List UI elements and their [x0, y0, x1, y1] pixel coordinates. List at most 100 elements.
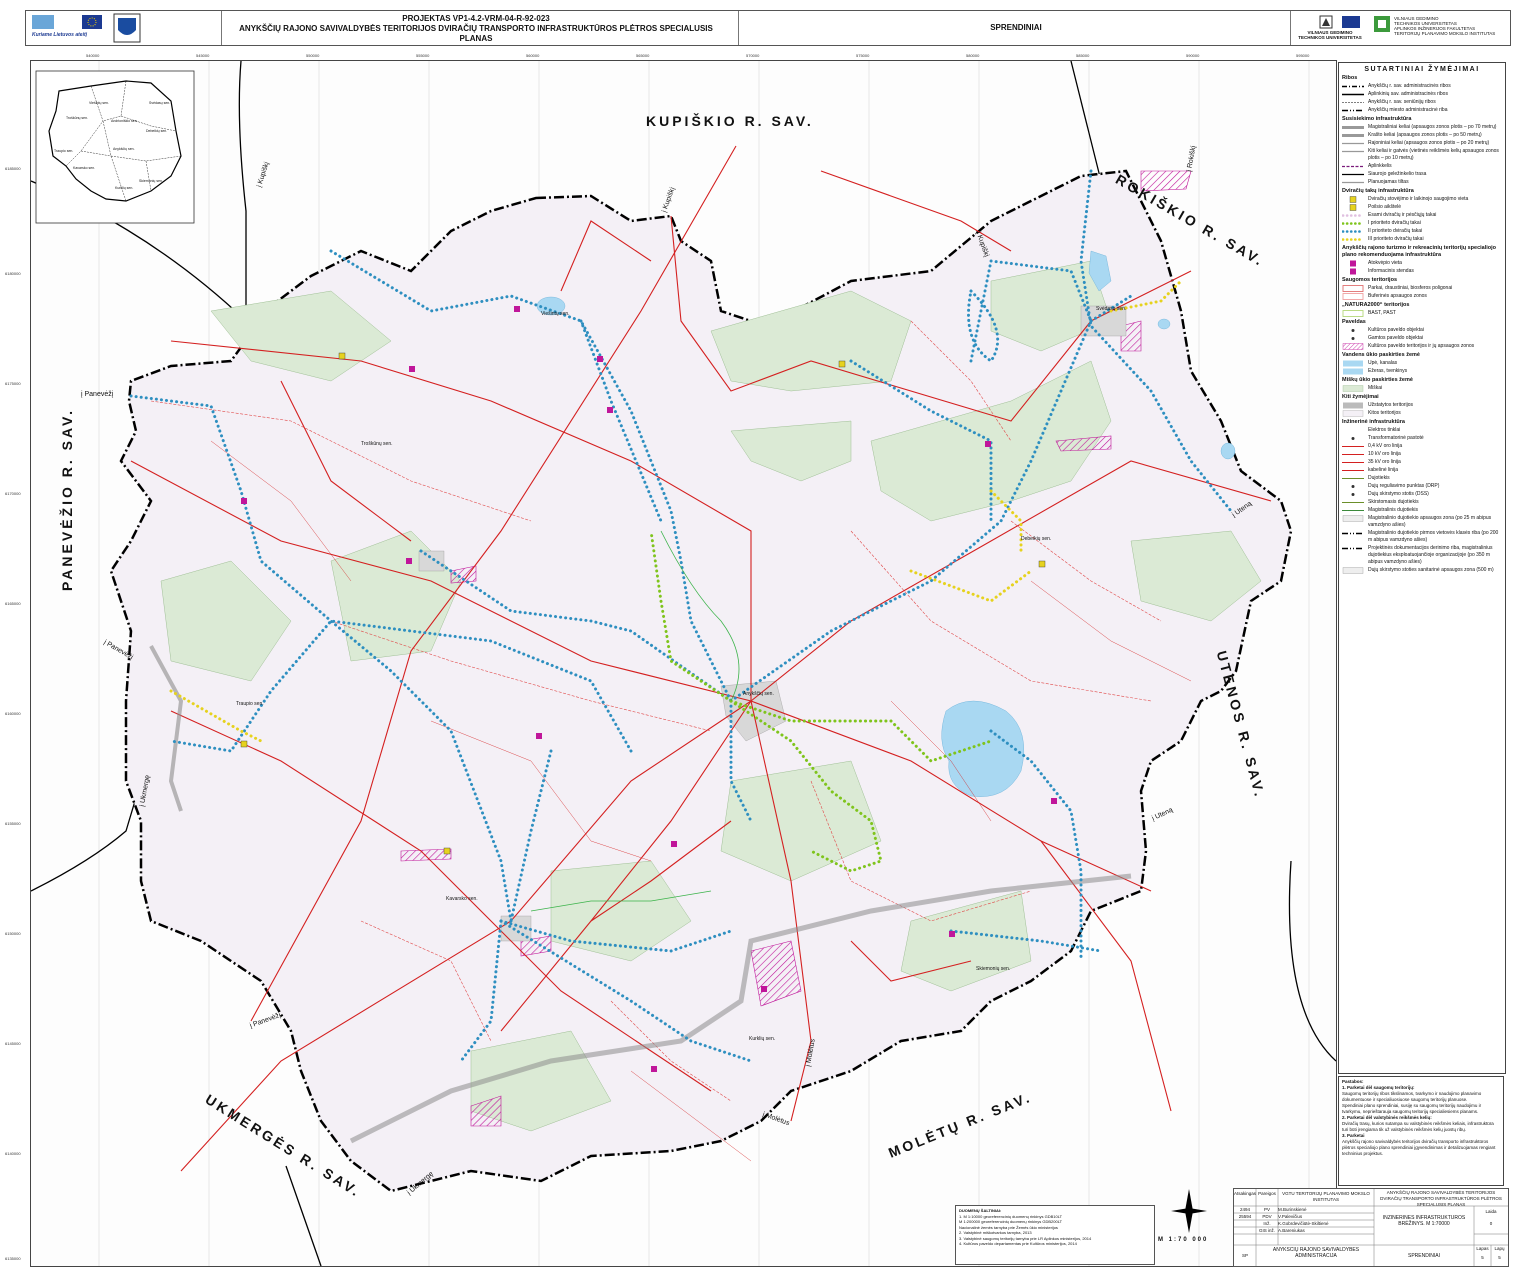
- legend-item-label: Kultūros paveldo objektai: [1368, 327, 1424, 333]
- legend-symbol: [1342, 545, 1364, 552]
- info-stand-icon: [406, 558, 412, 564]
- legend-item: Kitos teritorijos: [1342, 410, 1503, 417]
- legend-item: III prioriteto dviračių takai: [1341, 236, 1503, 243]
- legend-item: Elektros tinklai: [1342, 427, 1503, 434]
- legend-symbol: [1342, 124, 1364, 131]
- legend-item: Buferinės apsaugos zonos: [1342, 293, 1503, 300]
- faculty-logo-inner: [1378, 20, 1386, 28]
- tb-sheet-no: 5: [1481, 1255, 1484, 1260]
- inset-label: Skiemonių sen.: [139, 179, 163, 183]
- bike-parking-icon: [1038, 560, 1046, 568]
- legend-item: Atokvėpio vieta: [1342, 260, 1503, 267]
- legend-item-label: Atokvėpio vieta: [1368, 260, 1402, 266]
- data-sources-box: DUOMENŲ ŠALTINIAI: 1. M 1:10000 georefer…: [955, 1205, 1155, 1265]
- legend-item-label: Aplinkkelis: [1368, 163, 1392, 169]
- notes-box: Pastabos: 1. Parketai dėl saugomų terito…: [1338, 1076, 1504, 1186]
- legend-item: Magistraliniai keliai (apsaugos zonos pl…: [1342, 124, 1503, 131]
- tb-role: PV: [1263, 1207, 1270, 1212]
- legend-symbol: [1342, 163, 1364, 170]
- legend-item-label: Magistralinis dujotiekis: [1368, 507, 1419, 513]
- legend-item: Magistralinis dujotiekis: [1342, 507, 1503, 514]
- tb-section: SPRENDINIAI: [1408, 1253, 1440, 1259]
- info-stand-icon: [409, 366, 415, 372]
- legend-item: Anykščių r. sav. seniūnijų ribos: [1342, 99, 1503, 106]
- legend-symbol: [1342, 427, 1364, 434]
- legend-item-label: I prioriteto dviračių takai: [1368, 220, 1421, 226]
- coord-label: 6140000: [5, 1151, 21, 1156]
- legend-symbol: [1342, 132, 1364, 139]
- legend-item-label: 10 kV oro linija: [1368, 451, 1401, 457]
- legend-item-label: Kiti keliai ir gatvės (vietinės reikšmės…: [1368, 148, 1499, 161]
- coord-label: 550000: [306, 53, 320, 58]
- slogan: Kuriame Lietuvos ateitį: [32, 32, 88, 38]
- legend-symbol: [1342, 83, 1364, 90]
- info-stand-icon: [514, 306, 520, 312]
- legend-symbol: [1342, 327, 1364, 334]
- tb-sheets-label: Lapų: [1494, 1246, 1505, 1251]
- inset-label: Svėdasų sen.: [149, 101, 171, 105]
- legend-item-label: Magistralinio dujotiekio apsaugos zona (…: [1368, 515, 1492, 528]
- header-divider: [738, 11, 739, 45]
- legend-item: 10 kV oro linija: [1342, 451, 1503, 458]
- legend-item-label: Užstatytos teritorijos: [1368, 402, 1414, 408]
- tb-person: A.Bareniukas: [1278, 1228, 1305, 1233]
- map-legend: SUTARTINIAI ŽYMĖJIMAI Ribos Anykščių r. s…: [1338, 62, 1506, 1074]
- legend-symbol: [1342, 475, 1364, 482]
- legend-symbol: [1342, 268, 1364, 275]
- legend-item: Rajoniniai keliai (apsaugos zonos plotis…: [1342, 140, 1503, 147]
- legend-symbol: [1342, 343, 1364, 350]
- legend-symbol: [1342, 196, 1364, 203]
- legend-item-label: Miškai: [1368, 385, 1383, 391]
- tb-col-header: Pareigos: [1258, 1191, 1276, 1196]
- legend-symbol: [1342, 402, 1364, 409]
- legend-item-label: Anykščių r. sav. seniūnijų ribos: [1368, 99, 1436, 105]
- coord-label: 545000: [196, 53, 210, 58]
- legend-item: II prioriteto dviračių takai: [1341, 228, 1503, 235]
- legend-symbol: [1342, 107, 1364, 114]
- legend-item-label: Ežeras, tvenkinys: [1368, 368, 1408, 374]
- inset-label: Debeikių sen.: [146, 129, 168, 133]
- neighbour-label-panevezys: PANEVĖŽIO R. SAV.: [59, 408, 75, 591]
- legend-section-title: Saugomos teritorijos: [1342, 277, 1398, 283]
- legend-item: Transformatorinė pastotė: [1342, 435, 1503, 442]
- legend-item: kabelinė linija: [1342, 467, 1503, 474]
- legend-item-label: Parkai, draustiniai, biosferos poligonai: [1368, 285, 1453, 291]
- legend-item: Dujotiekis: [1342, 475, 1503, 482]
- section-title: SPRENDINIAI: [990, 23, 1042, 32]
- legend-symbol: [1342, 285, 1364, 292]
- direction-label: į Panevėžį: [81, 391, 114, 398]
- info-stand-icon: [597, 356, 603, 362]
- legend-item-label: Buferinės apsaugos zonos: [1368, 293, 1427, 299]
- coord-label: 6180000: [5, 271, 21, 276]
- legend-section-title: Miškų ūkio paskirties žemė: [1342, 377, 1413, 383]
- legend-section-title: Ribos: [1342, 75, 1358, 81]
- legend-symbol: [1342, 530, 1364, 537]
- legend-symbol: [1341, 212, 1365, 219]
- legend-item: Ežeras, tvenkinys: [1342, 368, 1503, 375]
- tb-person: M.Burinskienė: [1278, 1207, 1307, 1212]
- legend-item: Krašto keliai (apsaugos zonos plotis – p…: [1342, 132, 1503, 139]
- legend-item: Anykščių r. sav. administracinės ribos: [1342, 83, 1503, 90]
- legend-item-label: Upė, kanalas: [1368, 360, 1398, 366]
- legend-item-label: Poilsio aikštelė: [1368, 204, 1402, 210]
- legend-item-label: Anykščių miesto administracinė riba: [1368, 107, 1448, 113]
- legend-symbol: [1342, 148, 1364, 155]
- legend-symbol: [1342, 483, 1364, 490]
- coord-top: 540000 545000 550000 555000 560000 56500…: [31, 53, 1336, 61]
- info-stand-icon: [949, 931, 955, 937]
- legend-item-label: Anykščių r. sav. administracinės ribos: [1368, 83, 1451, 89]
- legend-item-label: Magistraliniai keliai (apsaugos zonos pl…: [1368, 124, 1497, 130]
- legend-item-label: 0,4 kV oro linija: [1368, 443, 1403, 449]
- legend-symbol: [1342, 515, 1364, 522]
- info-stand-icon: [536, 733, 542, 739]
- map-frame[interactable]: KUPIŠKIO R. SAV. ROKIŠKIO R. SAV. PANEVĖ…: [5, 53, 1337, 1267]
- legend-item: Magistralinio dujotiekio pirmos vietovės…: [1342, 530, 1503, 544]
- coord-label: 6170000: [5, 491, 21, 496]
- tb-role: GIS inž.: [1258, 1228, 1275, 1233]
- coord-label: 565000: [636, 53, 650, 58]
- legend-item: Dujų skirstymo stotis (DSS): [1342, 491, 1503, 498]
- legend-item-label: Dujų skirstymo stoties sanitarinė apsaug…: [1368, 567, 1494, 573]
- info-stand-icon: [607, 407, 613, 413]
- legend-item-label: Kultūros paveldo teritorijos ir jų apsau…: [1368, 343, 1475, 349]
- map-canvas[interactable]: [30, 60, 1337, 1267]
